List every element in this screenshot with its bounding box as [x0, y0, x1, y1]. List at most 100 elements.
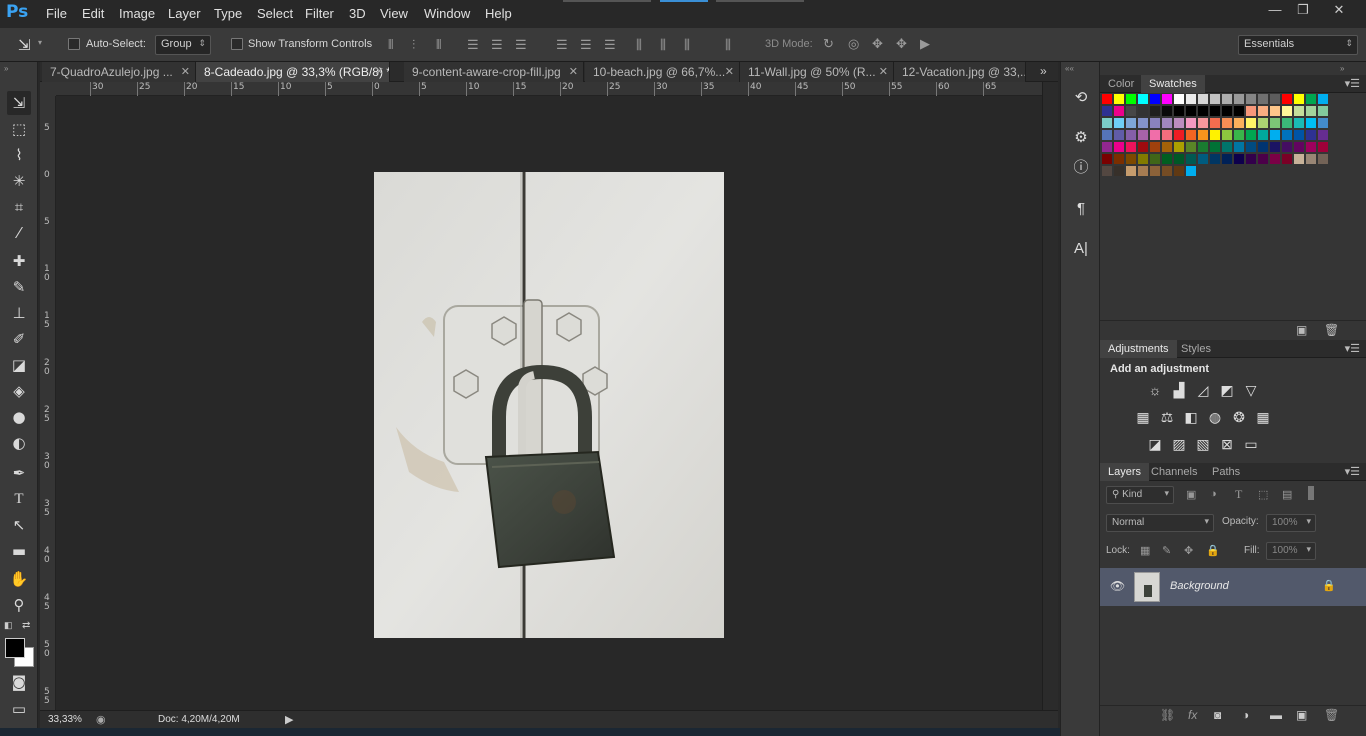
color-swatch[interactable] [1258, 106, 1268, 116]
color-swatch[interactable] [1114, 142, 1124, 152]
color-swatch[interactable] [1162, 94, 1172, 104]
color-swatch[interactable] [1210, 142, 1220, 152]
color-swatch[interactable] [1138, 166, 1148, 176]
layer-name[interactable]: Background [1170, 580, 1229, 592]
color-swatch[interactable] [1258, 154, 1268, 164]
color-swatch[interactable] [1282, 154, 1292, 164]
color-swatch[interactable] [1306, 142, 1316, 152]
filter-toggle[interactable] [1308, 486, 1314, 500]
auto-align-icon[interactable]: ⫼ [725, 37, 731, 53]
menu-help[interactable]: Help [485, 6, 512, 21]
color-swatch[interactable] [1114, 118, 1124, 128]
color-swatch[interactable] [1222, 94, 1232, 104]
color-swatch[interactable] [1138, 118, 1148, 128]
type-tool-icon[interactable]: T [7, 487, 31, 511]
pen-tool-icon[interactable]: ✒ [7, 461, 31, 485]
history-panel-icon[interactable]: ⟲ [1069, 86, 1093, 110]
color-swatch[interactable] [1270, 118, 1280, 128]
move-tool-preset-icon[interactable]: ⇲ [18, 36, 31, 54]
color-swatch[interactable] [1306, 130, 1316, 140]
color-swatch[interactable] [1198, 94, 1208, 104]
color-swatch[interactable] [1210, 118, 1220, 128]
color-swatch[interactable] [1270, 154, 1280, 164]
align-bottom-icon[interactable]: ⫴ [436, 37, 441, 53]
auto-select-dropdown[interactable]: Group [155, 35, 211, 55]
blur-tool-icon[interactable]: ● [7, 405, 31, 429]
color-swatch[interactable] [1318, 106, 1328, 116]
color-swatch[interactable] [1270, 94, 1280, 104]
color-swatch[interactable] [1186, 118, 1196, 128]
color-swatch[interactable] [1186, 130, 1196, 140]
crop-tool-icon[interactable]: ⌗ [7, 195, 31, 219]
restore-button[interactable]: ❐ [1290, 2, 1316, 20]
menu-view[interactable]: View [380, 6, 408, 21]
character-panel-icon[interactable]: A| [1069, 237, 1093, 261]
color-swatch[interactable] [1318, 154, 1328, 164]
chevron-down-icon[interactable]: ▾ [38, 38, 42, 47]
color-swatch[interactable] [1150, 106, 1160, 116]
color-swatch[interactable] [1294, 118, 1304, 128]
color-swatch[interactable] [1174, 94, 1184, 104]
status-menu-icon[interactable]: ◉ [96, 713, 106, 726]
color-swatch[interactable] [1198, 106, 1208, 116]
close-tab-icon[interactable]: ✕ [879, 65, 888, 78]
posterize-icon[interactable]: ▨ [1170, 435, 1188, 453]
close-tab-icon[interactable]: ✕ [375, 65, 384, 78]
shape-filter-icon[interactable]: ⬚ [1258, 488, 1268, 501]
color-balance-icon[interactable]: ⚖ [1158, 408, 1176, 426]
status-arrow-icon[interactable]: ▶ [285, 713, 293, 726]
eyedropper-icon[interactable]: ⁄ [7, 221, 31, 245]
tab-content-aware[interactable]: 9-content-aware-crop-fill.jpg ✕ [404, 62, 584, 82]
color-swatch[interactable] [1282, 94, 1292, 104]
menu-edit[interactable]: Edit [82, 6, 104, 21]
color-swatch[interactable] [1138, 142, 1148, 152]
panel-menu-icon[interactable]: ▾☰ [1345, 77, 1360, 90]
close-tab-icon[interactable]: ✕ [181, 65, 190, 78]
color-swatch[interactable] [1138, 94, 1148, 104]
align-right-icon[interactable]: ☰ [515, 37, 527, 53]
color-swatch[interactable] [1126, 118, 1136, 128]
color-swatch[interactable] [1234, 118, 1244, 128]
color-swatch[interactable] [1258, 142, 1268, 152]
color-swatch[interactable] [1162, 118, 1172, 128]
color-swatch[interactable] [1102, 118, 1112, 128]
adjustment-filter-icon[interactable]: ◑ [1210, 488, 1217, 500]
workspace-dropdown[interactable]: Essentials [1238, 35, 1358, 55]
document-canvas[interactable] [56, 96, 1042, 710]
color-swatch[interactable] [1174, 106, 1184, 116]
type-filter-icon[interactable]: T [1235, 487, 1242, 502]
channel-mixer-icon[interactable]: ❂ [1230, 408, 1248, 426]
info-panel-icon[interactable]: ⓘ [1069, 156, 1093, 180]
hand-tool-icon[interactable]: ✋ [7, 567, 31, 591]
color-swatch[interactable] [1306, 106, 1316, 116]
color-swatch[interactable] [1150, 94, 1160, 104]
color-swatch[interactable] [1150, 118, 1160, 128]
photo-filter-icon[interactable]: ◍ [1206, 408, 1224, 426]
color-swatch[interactable] [1294, 130, 1304, 140]
more-tabs-icon[interactable]: » [1040, 64, 1047, 78]
shape-tool-icon[interactable]: ▬ [7, 539, 31, 563]
invert-icon[interactable]: ◪ [1146, 435, 1164, 453]
expand-panels-icon[interactable]: «« [1065, 64, 1074, 73]
brightness-icon[interactable]: ☼ [1146, 381, 1164, 399]
color-swatch[interactable] [1282, 106, 1292, 116]
3d-roll-icon[interactable]: ◎ [848, 36, 859, 52]
show-transform-checkbox[interactable] [231, 38, 243, 50]
color-swatch[interactable] [1114, 166, 1124, 176]
color-swatch[interactable] [1282, 142, 1292, 152]
tab-styles[interactable]: Styles [1173, 340, 1219, 358]
filter-kind-dropdown[interactable]: ⚲ Kind [1106, 486, 1174, 504]
color-swatch[interactable] [1198, 130, 1208, 140]
color-swatch[interactable] [1150, 166, 1160, 176]
color-swatch[interactable] [1126, 142, 1136, 152]
eraser-icon[interactable]: ◪ [7, 353, 31, 377]
color-swatch[interactable] [1210, 154, 1220, 164]
color-swatch[interactable] [1222, 130, 1232, 140]
color-swatch[interactable] [1162, 154, 1172, 164]
menu-select[interactable]: Select [257, 6, 293, 21]
vibrance-icon[interactable]: ▽ [1242, 381, 1260, 399]
color-swatch[interactable] [1258, 118, 1268, 128]
tab-channels[interactable]: Channels [1143, 463, 1205, 481]
color-swatch[interactable] [1306, 118, 1316, 128]
color-swatch[interactable] [1126, 94, 1136, 104]
